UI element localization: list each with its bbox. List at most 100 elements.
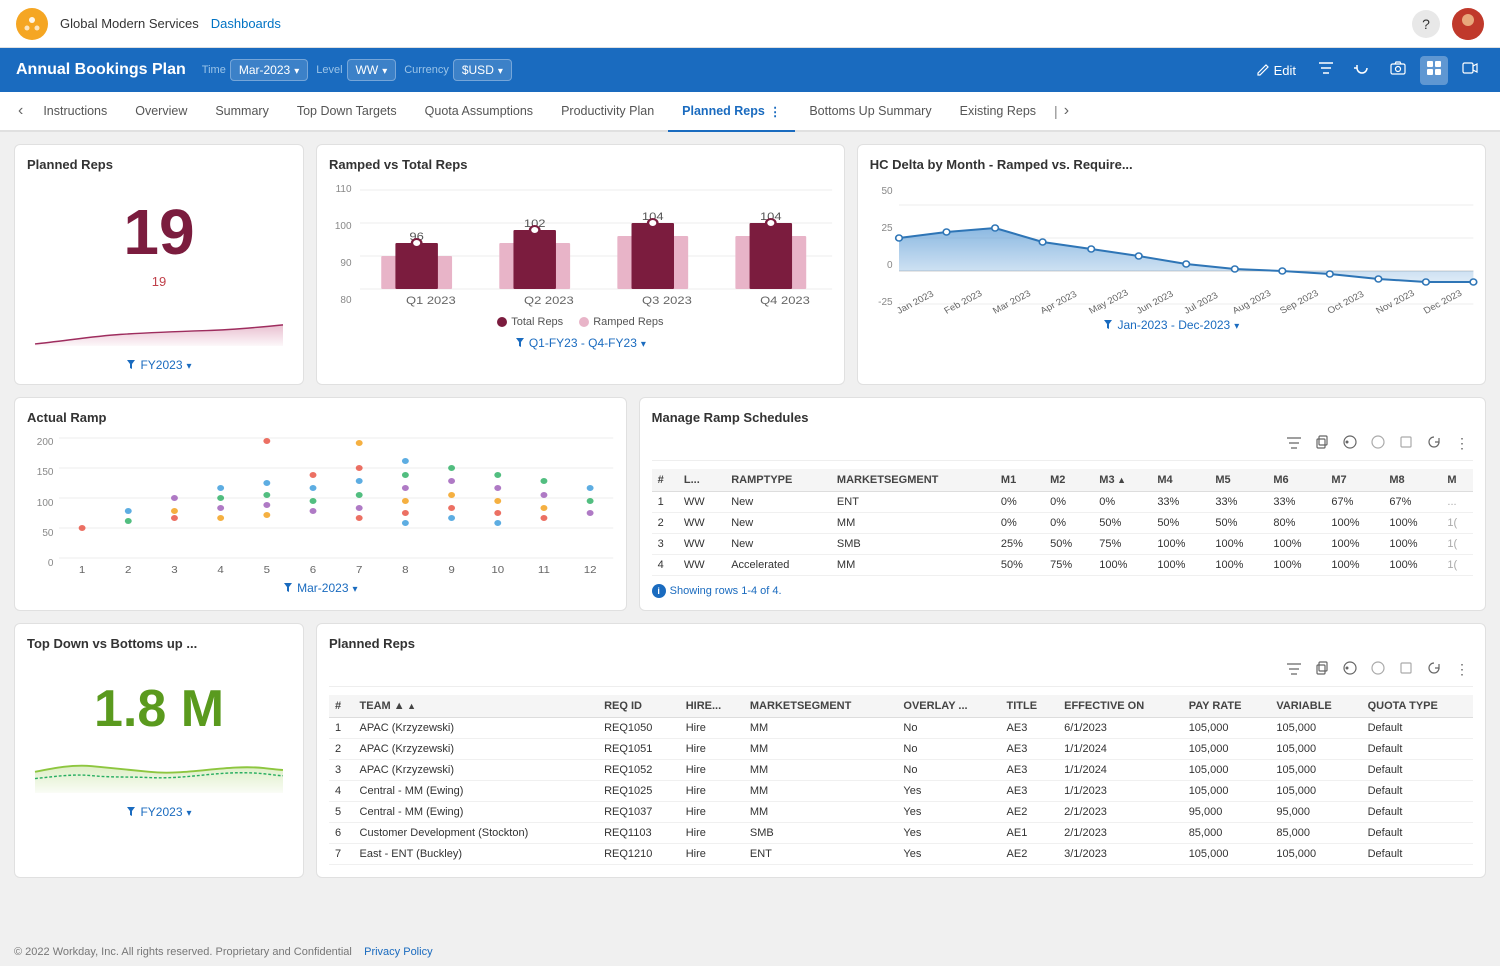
edit-button[interactable]: Edit (1248, 59, 1304, 82)
pr-row-6: 6Customer Development (Stockton)REQ1103H… (329, 823, 1473, 844)
filter-icon (126, 359, 136, 371)
export-table-icon[interactable] (1339, 433, 1361, 454)
hc-delta-footer[interactable]: Jan-2023 - Dec-2023 (870, 318, 1473, 332)
pr-col-hire: HIRE... (680, 695, 744, 718)
tab-productivity-plan[interactable]: Productivity Plan (547, 92, 668, 132)
top-down-card: Top Down vs Bottoms up ... 1.8 M (14, 623, 304, 878)
nav-dashboards-link[interactable]: Dashboards (211, 16, 281, 31)
svg-text:7: 7 (356, 565, 362, 576)
hc-delta-card: HC Delta by Month - Ramped vs. Require..… (857, 144, 1486, 385)
svg-text:Feb 2023: Feb 2023 (942, 288, 984, 316)
delete-pr-table-icon[interactable] (1395, 659, 1417, 680)
pr-col-req: REQ ID (598, 695, 680, 718)
planned-reps-sub-value: 19 (27, 274, 291, 289)
y-label-110: 110 (329, 184, 352, 195)
ramped-reps-footer[interactable]: Q1-FY23 - Q4-FY23 (329, 336, 832, 350)
time-control: Time Mar-2023 (202, 59, 308, 81)
top-down-title: Top Down vs Bottoms up ... (27, 636, 291, 651)
footer-text: © 2022 Workday, Inc. All rights reserved… (14, 946, 352, 958)
pr-col-quota: QUOTA TYPE (1362, 695, 1473, 718)
planned-reps-tab-more[interactable]: ⋮ (769, 104, 782, 119)
planned-reps-value: 19 (27, 180, 291, 274)
filter-icon-hc (1103, 319, 1113, 331)
company-name: Global Modern Services (60, 16, 199, 31)
tab-summary[interactable]: Summary (201, 92, 282, 132)
svg-text:Q1 2023: Q1 2023 (405, 294, 455, 307)
level-label: Level (316, 64, 342, 76)
filter-icon-button[interactable] (1312, 56, 1340, 85)
tab-planned-reps[interactable]: Planned Reps ⋮ (668, 92, 795, 132)
pr-row-2: 2APAC (Krzyzewski)REQ1051HireMMNoAE31/1/… (329, 739, 1473, 760)
filter-table-icon[interactable] (1283, 434, 1305, 454)
tab-bottoms-up-summary[interactable]: Bottoms Up Summary (795, 92, 945, 132)
tab-top-down-targets[interactable]: Top Down Targets (283, 92, 411, 132)
refresh-icon-button[interactable] (1348, 56, 1376, 85)
actual-ramp-footer[interactable]: Mar-2023 (27, 581, 614, 595)
ramp-row-2: 2WWNewMM0%0%50%50%50%80%100%100%1( (652, 513, 1473, 534)
refresh-table-icon[interactable] (1423, 433, 1445, 454)
delete-table-icon[interactable] (1395, 433, 1417, 454)
planned-reps-title: Planned Reps (27, 157, 291, 172)
time-dropdown[interactable]: Mar-2023 (230, 59, 308, 81)
tabs-prev-button[interactable]: ‹ (12, 102, 29, 120)
hc-y-neg25: -25 (870, 297, 893, 308)
svg-text:Jun 2023: Jun 2023 (1134, 289, 1175, 317)
col-m6: M6 (1267, 469, 1325, 492)
tab-quota-assumptions[interactable]: Quota Assumptions (411, 92, 547, 132)
more-table-icon[interactable]: ⋮ (1451, 433, 1473, 454)
planned-reps-footer[interactable]: FY2023 (27, 358, 291, 372)
hc-y-0: 0 (870, 260, 893, 271)
svg-text:12: 12 (584, 565, 597, 576)
top-down-mini-chart (35, 744, 283, 794)
video-icon-button[interactable] (1456, 56, 1484, 85)
page-title: Annual Bookings Plan (16, 61, 186, 79)
time-label: Time (202, 64, 226, 76)
col-m5: M5 (1209, 469, 1267, 492)
help-icon[interactable]: ? (1412, 10, 1440, 38)
privacy-policy-link[interactable]: Privacy Policy (364, 946, 432, 958)
tabs-bar: ‹ Instructions Overview Summary Top Down… (0, 92, 1500, 132)
tab-instructions[interactable]: Instructions (29, 92, 121, 132)
pr-row-7: 7East - ENT (Buckley)REQ1210HireENTYesAE… (329, 844, 1473, 865)
svg-text:10: 10 (492, 565, 505, 576)
copy-table-icon[interactable] (1311, 433, 1333, 454)
grid-icon-button[interactable] (1420, 56, 1448, 85)
filter-icon-top-down (126, 806, 136, 818)
svg-text:1: 1 (79, 565, 85, 576)
actual-ramp-chart: 1 2 3 4 5 6 7 8 9 10 11 12 (59, 433, 613, 573)
pr-col-variable: VARIABLE (1270, 695, 1361, 718)
add-pr-table-icon[interactable] (1367, 659, 1389, 680)
copy-pr-table-icon[interactable] (1311, 659, 1333, 680)
manage-ramp-title: Manage Ramp Schedules (652, 410, 1473, 425)
currency-dropdown[interactable]: $USD (453, 59, 512, 81)
svg-text:Aug 2023: Aug 2023 (1230, 288, 1273, 316)
planned-reps-table-toolbar: ⋮ (329, 659, 1473, 687)
svg-text:2: 2 (126, 565, 132, 576)
add-table-icon[interactable] (1367, 433, 1389, 454)
filter-icon-actual (283, 582, 293, 594)
main-content: Planned Reps 19 19 FY2023 (0, 132, 1500, 938)
camera-icon-button[interactable] (1384, 56, 1412, 85)
ramped-reps-title: Ramped vs Total Reps (329, 157, 832, 172)
filter-pr-table-icon[interactable] (1283, 660, 1305, 680)
level-dropdown[interactable]: WW (347, 59, 397, 81)
tab-existing-reps[interactable]: Existing Reps (946, 92, 1050, 132)
manage-ramp-toolbar: ⋮ (652, 433, 1473, 461)
top-down-footer[interactable]: FY2023 (27, 805, 291, 819)
svg-text:Dec 2023: Dec 2023 (1421, 288, 1464, 316)
planned-reps-table: # TEAM ▲ REQ ID HIRE... MARKETSEGMENT OV… (329, 695, 1473, 865)
tab-overview[interactable]: Overview (121, 92, 201, 132)
row-3: Top Down vs Bottoms up ... 1.8 M (14, 623, 1486, 878)
more-pr-table-icon[interactable]: ⋮ (1451, 659, 1473, 680)
svg-text:3: 3 (172, 565, 178, 576)
user-avatar[interactable] (1452, 8, 1484, 40)
tabs-next-button[interactable]: › (1058, 102, 1075, 120)
ramp-row-1: 1WWNewENT0%0%0%33%33%33%67%67%... (652, 492, 1473, 513)
refresh-pr-table-icon[interactable] (1423, 659, 1445, 680)
ramped-reps-chart: 96 102 104 104 Q1 2023 Q2 2023 Q3 2023 Q… (360, 180, 832, 310)
svg-text:Mar 2023: Mar 2023 (991, 288, 1033, 316)
export-pr-table-icon[interactable] (1339, 659, 1361, 680)
pr-col-effective: EFFECTIVE ON (1058, 695, 1183, 718)
hc-delta-title: HC Delta by Month - Ramped vs. Require..… (870, 157, 1473, 172)
col-ramptype: RAMPTYPE (725, 469, 831, 492)
